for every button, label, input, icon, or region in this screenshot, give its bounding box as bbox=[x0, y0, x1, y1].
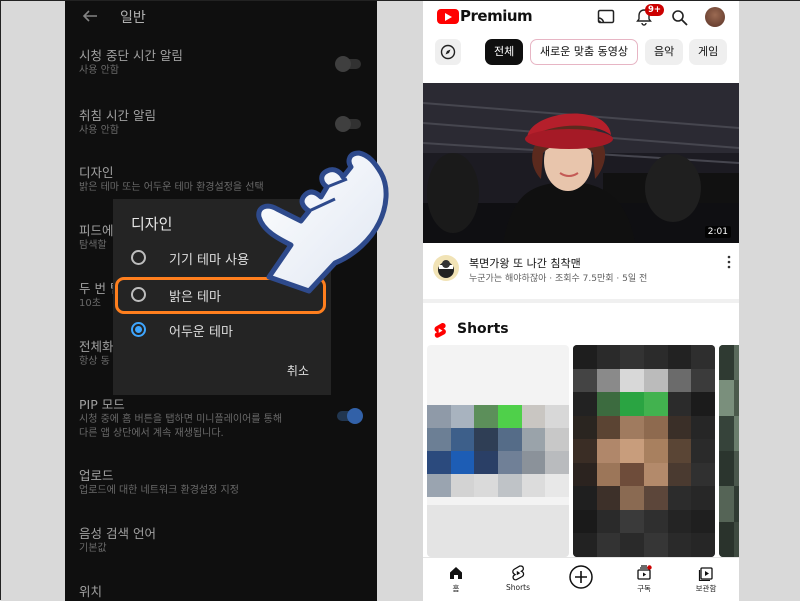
youtube-home-screen: Premium 9+ 전체 새로운 맞춤 동영상 음악 게임 2:01 복면가왕… bbox=[423, 1, 739, 601]
create-plus-icon bbox=[569, 565, 593, 589]
short-thumbnail-3[interactable] bbox=[719, 345, 739, 557]
left-margin bbox=[1, 1, 65, 601]
radio-checked-icon[interactable] bbox=[131, 322, 146, 337]
pixelated-image bbox=[573, 345, 715, 557]
nav-label: 홈 bbox=[452, 584, 460, 593]
subscriptions-icon bbox=[637, 565, 652, 580]
shorts-icon bbox=[512, 565, 525, 581]
shorts-logo-icon bbox=[434, 323, 446, 338]
chip-music[interactable]: 음악 bbox=[645, 39, 684, 65]
video-metadata[interactable]: 복면가왕 또 나간 침착맨 누군가는 해야하잖아 · 조회수 7.5만회 · 5… bbox=[423, 247, 739, 287]
search-icon[interactable] bbox=[671, 9, 688, 26]
more-vert-icon[interactable] bbox=[727, 255, 731, 269]
thumbnail-image bbox=[423, 83, 739, 243]
bottom-navigation: 홈 Shorts 구독 보관함 bbox=[423, 557, 739, 601]
video-duration: 2:01 bbox=[704, 226, 731, 238]
short-thumbnail-2[interactable] bbox=[573, 345, 715, 557]
channel-avatar[interactable] bbox=[433, 255, 459, 281]
chip-all[interactable]: 전체 bbox=[485, 39, 524, 65]
pointing-hand-icon bbox=[256, 150, 389, 294]
account-avatar[interactable] bbox=[705, 7, 725, 27]
home-icon bbox=[450, 567, 462, 579]
youtube-logo-icon[interactable] bbox=[437, 9, 459, 24]
nav-create[interactable] bbox=[556, 562, 606, 600]
option-label: 어두운 테마 bbox=[169, 325, 233, 340]
filter-chips: 전체 새로운 맞춤 동영상 음악 게임 bbox=[423, 39, 739, 67]
video-title[interactable]: 복면가왕 또 나간 침착맨 bbox=[469, 255, 581, 271]
youtube-header: Premium 9+ bbox=[423, 1, 739, 33]
cast-icon[interactable] bbox=[597, 9, 615, 25]
nav-subscriptions[interactable]: 구독 bbox=[619, 562, 669, 600]
nav-label: 보관함 bbox=[695, 584, 717, 593]
nav-label: Shorts bbox=[505, 583, 531, 592]
compass-icon bbox=[440, 44, 456, 60]
cancel-button[interactable]: 취소 bbox=[287, 362, 309, 379]
center-gap bbox=[377, 1, 423, 601]
radio-unchecked-icon[interactable] bbox=[131, 250, 146, 265]
explore-button[interactable] bbox=[435, 39, 461, 65]
nav-home[interactable]: 홈 bbox=[431, 562, 481, 600]
shorts-title: Shorts bbox=[457, 321, 509, 337]
option-dark-theme[interactable]: 어두운 테마 bbox=[131, 317, 321, 343]
right-margin bbox=[739, 1, 800, 601]
dialog-title: 디자인 bbox=[131, 215, 173, 233]
notification-badge: 9+ bbox=[645, 4, 665, 16]
video-subtitle: 누군가는 해야하잖아 · 조회수 7.5만회 · 5일 전 bbox=[469, 274, 648, 284]
nav-library[interactable]: 보관함 bbox=[681, 562, 731, 600]
pixelated-image bbox=[427, 405, 569, 497]
screenshot-frame: 일반 시청 중단 시간 알림 사용 안함 취침 시간 알림 사용 안함 디자인 … bbox=[0, 0, 800, 601]
chip-gaming[interactable]: 게임 bbox=[689, 39, 728, 65]
library-icon bbox=[698, 567, 713, 581]
section-divider bbox=[423, 299, 739, 303]
brand-label: Premium bbox=[460, 7, 533, 25]
option-label: 기기 테마 사용 bbox=[169, 253, 250, 268]
nav-label: 구독 bbox=[637, 584, 651, 593]
nav-shorts[interactable]: Shorts bbox=[493, 562, 543, 600]
short-thumbnail-1[interactable] bbox=[427, 345, 569, 557]
video-thumbnail[interactable]: 2:01 bbox=[423, 83, 739, 243]
pixelated-image bbox=[719, 345, 739, 557]
chip-new-for-you[interactable]: 새로운 맞춤 동영상 bbox=[530, 39, 638, 65]
